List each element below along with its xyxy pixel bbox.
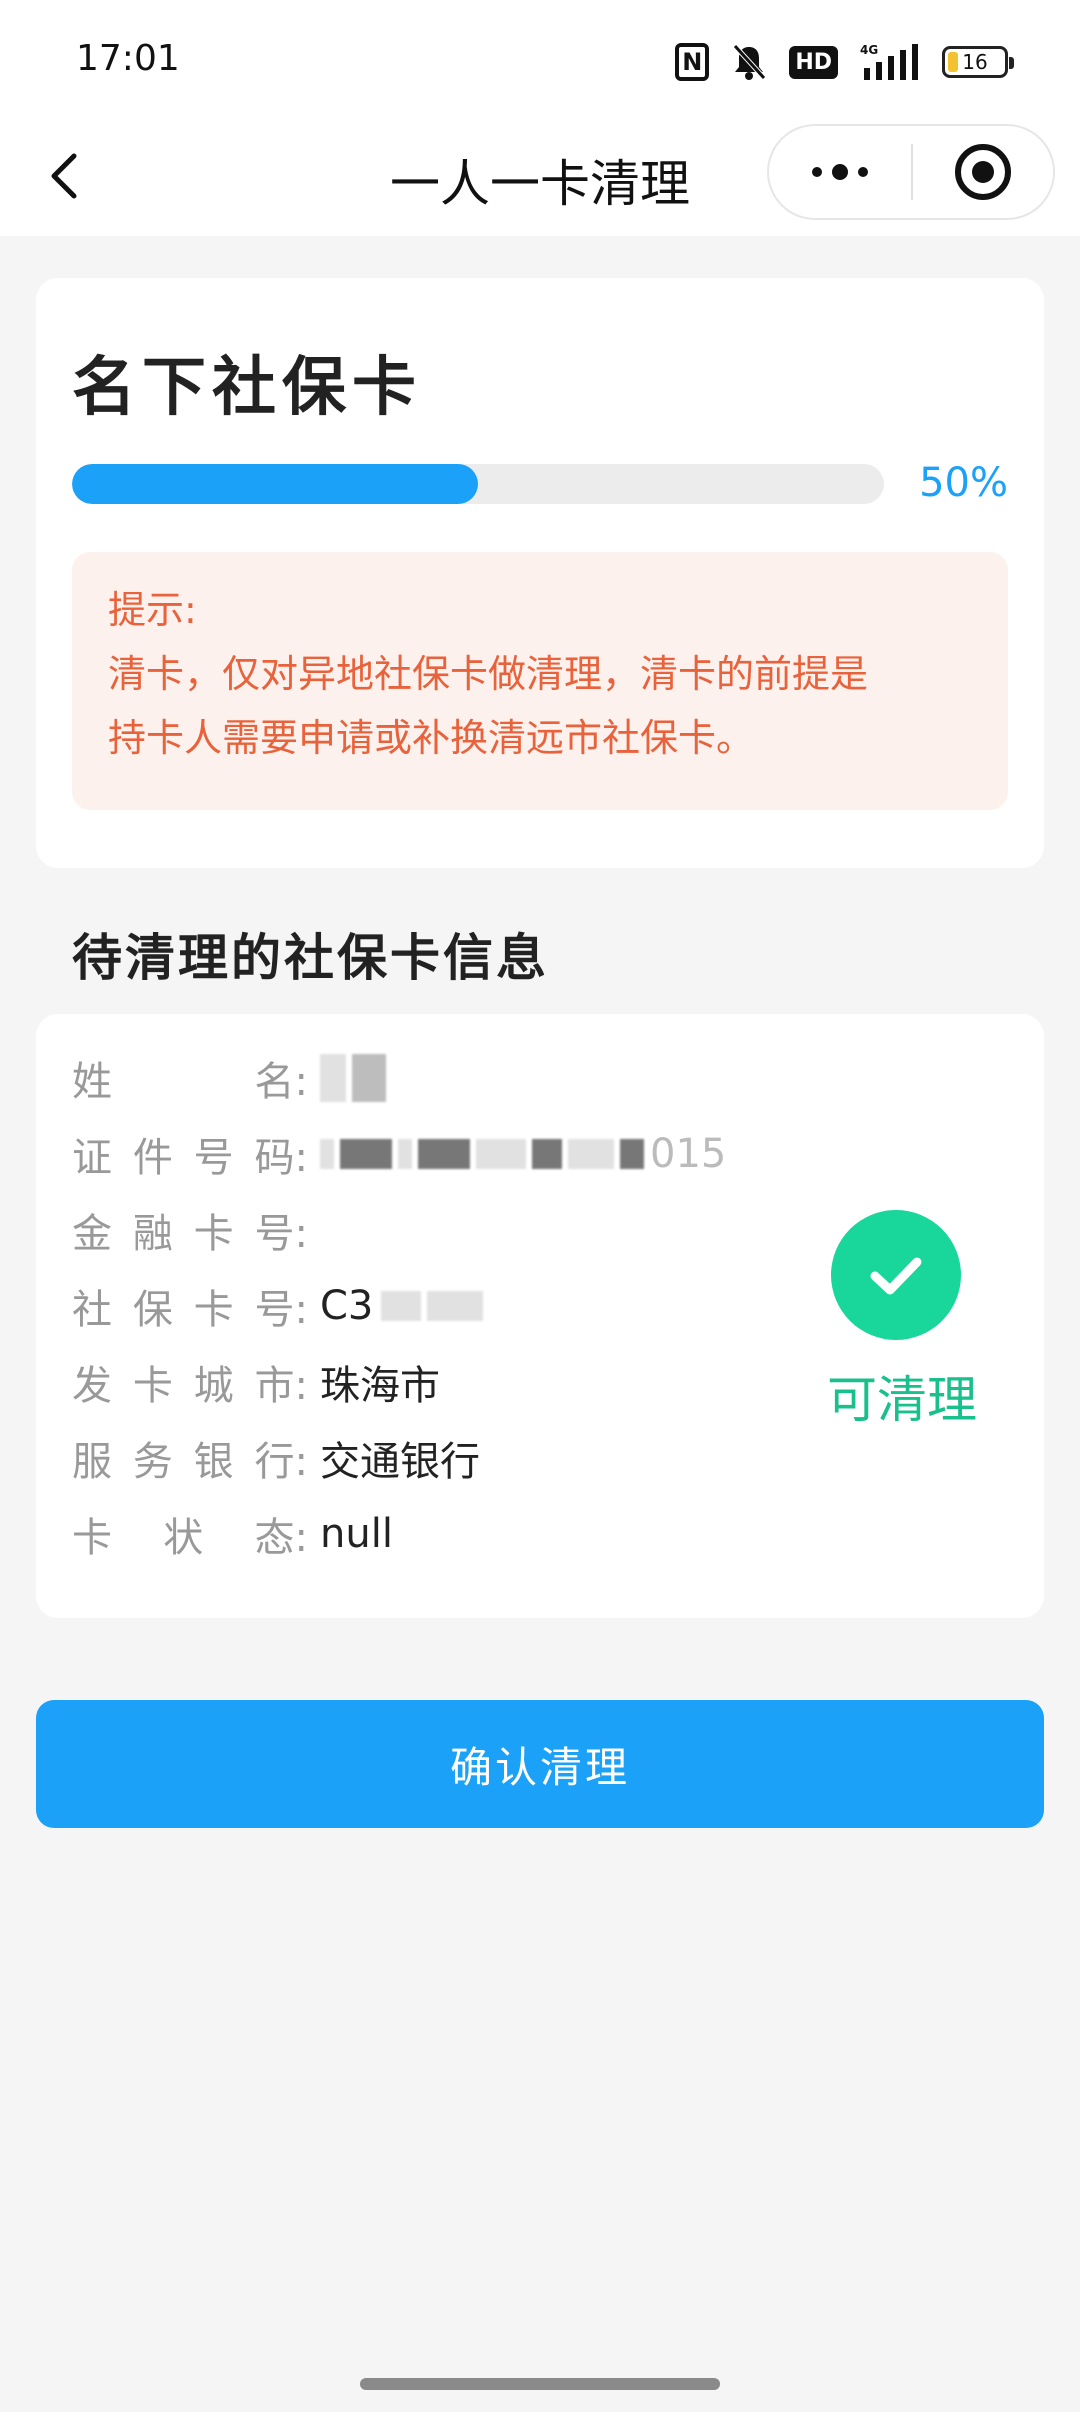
- tip-box: 提示: 清卡，仅对异地社保卡做清理，清卡的前提是 持卡人需要申请或补换清远市社保…: [72, 552, 1008, 810]
- status-time: 17:01: [76, 38, 180, 79]
- section-title: 待清理的社保卡信息: [72, 929, 549, 987]
- info-value-id: 015: [320, 1131, 726, 1177]
- info-row-social-card: 社 保 卡 号: C3: [72, 1276, 489, 1336]
- close-button[interactable]: [913, 126, 1053, 218]
- info-value-redacted: [320, 1054, 392, 1102]
- progress-text: 50%: [919, 460, 1008, 506]
- info-row-bank-card: 金 融 卡 号:: [72, 1200, 320, 1260]
- target-close-icon: [955, 144, 1011, 200]
- info-label: 卡 状 态:: [72, 1515, 308, 1561]
- status-icons: N HD 4G 16: [675, 40, 1014, 84]
- info-value-city: 珠海市: [320, 1363, 440, 1409]
- info-row-city: 发 卡 城 市: 珠海市: [72, 1352, 440, 1412]
- tip-line: 清卡，仅对异地社保卡做清理，清卡的前提是: [108, 652, 869, 696]
- info-label: 服 务 银 行:: [72, 1439, 308, 1485]
- progress-fill: [72, 464, 478, 504]
- nav-bar: 一人一卡清理: [0, 118, 1080, 236]
- cleanable-status-label: 可清理: [827, 1371, 977, 1429]
- info-row-status: 卡 状 态: null: [72, 1504, 393, 1564]
- card-title: 名下社保卡: [72, 351, 422, 425]
- status-bar: 17:01 N HD 4G 16: [0, 0, 1080, 118]
- info-label: 金 融 卡 号:: [72, 1211, 308, 1257]
- info-value-bank: 交通银行: [320, 1439, 480, 1485]
- battery-icon: 16: [942, 46, 1014, 78]
- signal-4g-icon: 4G: [860, 42, 920, 82]
- progress-bar: [72, 464, 884, 504]
- info-label: 证 件 号 码:: [72, 1135, 308, 1181]
- battery-level: 16: [962, 50, 988, 74]
- summary-card: 名下社保卡 50% 提示: 清卡，仅对异地社保卡做清理，清卡的前提是 持卡人需要…: [36, 278, 1044, 868]
- card-info-panel: 姓 名: 证 件 号 码: 015 金 融 卡 号: 社 保 卡 号: C3 发…: [36, 1014, 1044, 1618]
- tip-line: 提示:: [108, 588, 197, 632]
- info-label: 姓 名:: [72, 1059, 308, 1105]
- bell-off-icon: [731, 43, 767, 81]
- info-row-bank: 服 务 银 行: 交通银行: [72, 1428, 480, 1488]
- info-row-id: 证 件 号 码: 015: [72, 1124, 726, 1184]
- info-row-name: 姓 名:: [72, 1048, 392, 1108]
- more-dots-icon: [812, 164, 868, 180]
- nfc-icon: N: [675, 43, 710, 81]
- confirm-clean-button[interactable]: 确认清理: [36, 1700, 1044, 1828]
- hd-icon: HD: [789, 45, 838, 79]
- info-label: 发 卡 城 市:: [72, 1363, 308, 1409]
- info-value-social-card: C3: [320, 1283, 489, 1329]
- info-label: 社 保 卡 号:: [72, 1287, 308, 1333]
- more-button[interactable]: [769, 126, 911, 218]
- svg-text:4G: 4G: [860, 43, 878, 57]
- mini-program-capsule: [767, 124, 1055, 220]
- check-circle-icon: [831, 1210, 961, 1340]
- tip-line: 持卡人需要申请或补换清远市社保卡。: [108, 716, 755, 760]
- info-value-status: null: [320, 1511, 393, 1557]
- home-indicator[interactable]: [360, 2378, 720, 2390]
